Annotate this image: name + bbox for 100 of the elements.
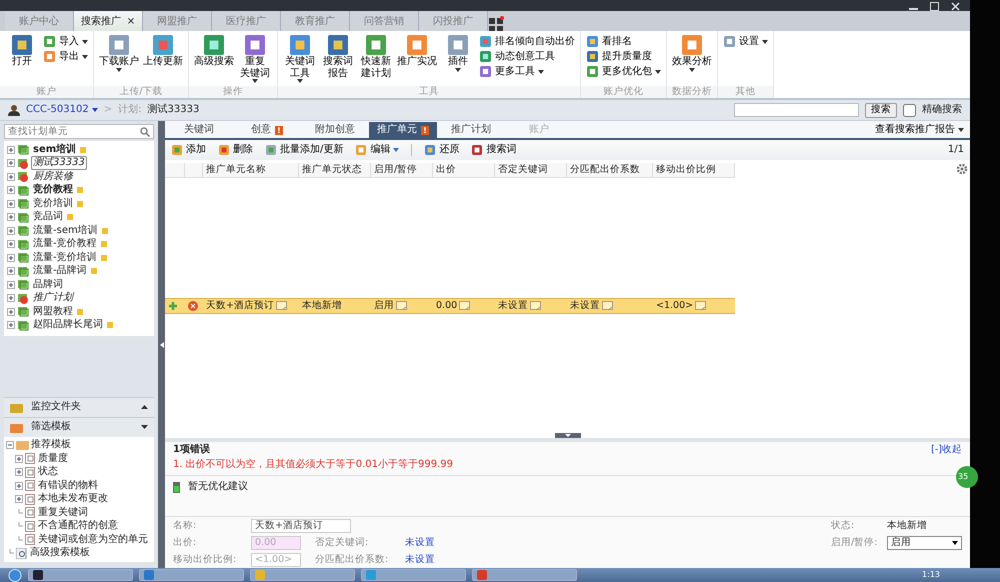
template-item[interactable]: 有错误的物料 (38, 480, 98, 492)
exact-search-checkbox[interactable] (903, 104, 916, 116)
app-icon (477, 570, 487, 580)
taskbar-button[interactable] (28, 569, 133, 581)
ribbon-button[interactable]: 动态创意工具 (479, 50, 575, 63)
select-field[interactable]: 启用 (887, 536, 962, 550)
input-field[interactable]: 天数+酒店预订 (251, 518, 351, 532)
plan-item[interactable]: 赵阳品牌长尾词 (31, 318, 105, 332)
folder-icon (10, 402, 23, 412)
search-icon (16, 548, 28, 559)
ribbon-button[interactable]: 效果分析 (672, 34, 712, 86)
template-item[interactable]: 不含通配符的创意 (38, 520, 118, 532)
template-item[interactable]: 关键词或创意为空的单元 (38, 534, 148, 546)
tab[interactable]: 关键词 (165, 122, 233, 138)
toolbar-button[interactable]: 搜索词 (471, 144, 516, 156)
collapse-link[interactable]: [-]收起 (931, 444, 962, 456)
tool-icon (586, 35, 599, 48)
ribbon-button[interactable]: 高级搜索 (194, 34, 234, 86)
value-link[interactable]: 未设置 (405, 554, 435, 566)
ribbon-button[interactable]: 导入 (43, 35, 88, 48)
app-icon (366, 570, 376, 580)
close-button[interactable]: × (126, 16, 136, 28)
input-field[interactable]: <1.00> (251, 552, 301, 566)
plan-item[interactable]: 网盟教程 (31, 304, 75, 319)
toolbar-button[interactable]: 添加 (171, 144, 206, 156)
add-icon (168, 300, 178, 310)
ribbon-button[interactable]: 重复 关键词 (238, 34, 272, 86)
ribbon-button[interactable]: 搜索词 报告 (321, 34, 355, 86)
panel-header[interactable]: 筛选模板 (4, 416, 154, 436)
plan-item[interactable]: 厨房装修 (31, 170, 75, 184)
expand-icon (15, 495, 23, 504)
template-item[interactable]: 高级搜索模板 (30, 547, 90, 560)
template-item[interactable]: 状态 (38, 466, 58, 478)
plan-item[interactable]: 竞品词 (31, 210, 65, 224)
template-item[interactable]: 质量度 (38, 452, 68, 465)
template-icon (25, 534, 36, 546)
template-item[interactable]: 本地未发布更改 (38, 493, 108, 506)
input-field[interactable]: 0.00 (251, 536, 301, 550)
edit-menu[interactable]: 编辑 (355, 144, 400, 156)
tool-icon (265, 144, 277, 156)
plan-item[interactable]: 竞价培训 (31, 196, 75, 211)
plan-item[interactable]: sem培训 (31, 142, 78, 157)
breadcrumb-separator: > (104, 104, 112, 116)
ribbon-button[interactable]: 设置 (723, 35, 768, 48)
plan-item[interactable]: 品牌词 (31, 278, 65, 292)
tool-icon (479, 50, 492, 63)
plan-item[interactable]: 流量-竞价培训 (31, 250, 99, 265)
plan-item[interactable]: 流量-品牌词 (31, 264, 89, 278)
close-icon (951, 2, 960, 11)
panel-header[interactable]: 监控文件夹 (4, 396, 154, 416)
plan-item[interactable]: 测试33333 (31, 156, 87, 170)
tool-icon (479, 65, 492, 78)
field-label: 移动出价比例: (173, 554, 238, 566)
field-label: 分匹配出价系数: (315, 554, 390, 566)
plan-item[interactable]: 流量-竞价教程 (31, 237, 99, 252)
tab[interactable]: 附加创意 (301, 122, 369, 138)
column-header: 推广单元名称 (203, 163, 299, 178)
ribbon-button[interactable]: 更多优化包 (586, 65, 661, 78)
group-label: 操作 (189, 86, 277, 98)
expand-icon (7, 200, 15, 208)
tab[interactable]: 推广单元 ! (369, 122, 437, 138)
tab[interactable]: 创意 ! (233, 122, 301, 138)
report-menu[interactable]: 查看搜索推广报告 (875, 124, 964, 136)
toolbar-button[interactable]: 删除 (218, 144, 253, 156)
ribbon-button[interactable]: 下载账户 (99, 34, 139, 86)
search-field[interactable] (734, 103, 859, 117)
maximize-icon (930, 2, 939, 11)
plan-item[interactable]: 流量-sem培训 (31, 224, 100, 238)
value-link[interactable]: 未设置 (405, 536, 435, 548)
ribbon-button[interactable]: 看排名 (586, 35, 661, 48)
tab[interactable]: 推广计划 (437, 122, 505, 138)
account-menu[interactable]: CCC-503102 (26, 104, 98, 116)
plan-item[interactable]: 竞价教程 (31, 183, 75, 198)
expand-icon (7, 186, 15, 194)
user-icon (8, 104, 20, 116)
ribbon-button[interactable]: 排名倾向自动出价 (479, 35, 575, 48)
field-label: 否定关键词: (315, 536, 370, 548)
ribbon-button[interactable]: 提升质量度 (586, 50, 661, 63)
ribbon-button[interactable]: 关键词 工具 (283, 34, 317, 86)
tool-icon (406, 34, 428, 56)
ribbon-button[interactable]: 快速新 建计划 (359, 34, 393, 86)
ribbon-button[interactable]: 更多工具 (479, 65, 575, 78)
breadcrumb-plan: 测试33333 (148, 104, 200, 116)
plan-item[interactable]: 推广计划 (31, 291, 75, 306)
ribbon-button[interactable]: 插件 (441, 34, 475, 86)
tool-icon (327, 34, 349, 56)
search-button[interactable]: 搜索 (865, 102, 897, 118)
template-icon (25, 453, 36, 464)
toolbar-button[interactable]: 还原 (424, 144, 460, 156)
column-header: 启用/暂停 (371, 163, 433, 178)
tab[interactable]: 搜索推广 × (74, 11, 143, 32)
toolbar-button[interactable]: 批量添加/更新 (265, 144, 344, 156)
ribbon-button[interactable]: 导出 (43, 50, 88, 63)
ribbon-button[interactable]: 打开 (5, 34, 39, 86)
plan-search-box[interactable]: 查找计划单元 (4, 124, 154, 139)
ribbon-button[interactable]: 上传更新 (143, 34, 183, 86)
template-item[interactable]: 重复关键词 (38, 506, 88, 519)
template-item[interactable]: 推荐模板 (31, 439, 71, 452)
table-cell: <1.00> (656, 300, 694, 312)
ribbon-button[interactable]: 推广实况 (397, 34, 437, 86)
